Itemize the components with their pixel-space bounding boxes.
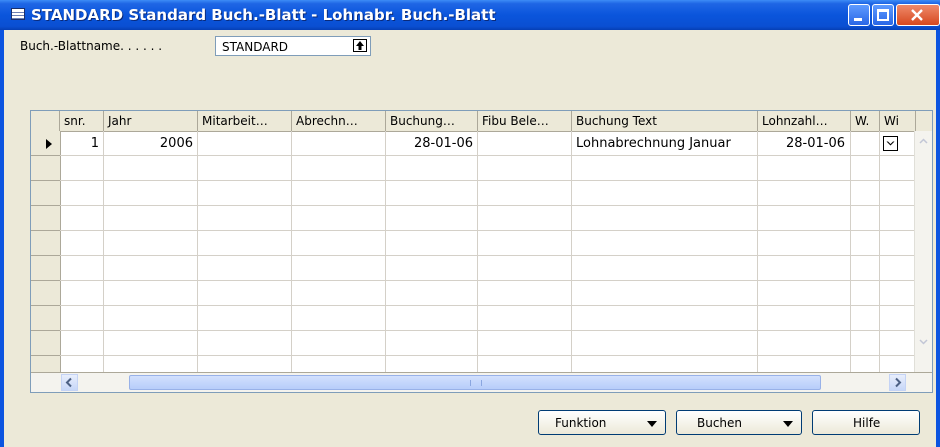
grid-line	[291, 131, 292, 374]
column-header-abrechnung[interactable]: Abrechn…	[292, 111, 386, 131]
row-selector[interactable]	[31, 181, 60, 206]
cell-snr[interactable]: 1	[61, 136, 99, 151]
cell-jahr[interactable]: 2006	[105, 136, 193, 151]
cell-lohnzahlung[interactable]: 28-01-06	[759, 136, 845, 151]
lookup-button[interactable]	[353, 39, 367, 52]
buchen-button[interactable]: Buchen	[676, 410, 802, 435]
row-selector[interactable]	[31, 156, 60, 181]
column-header-buchung-text[interactable]: Buchung Text	[572, 111, 758, 131]
row-selector[interactable]	[31, 131, 60, 156]
journal-grid-icon	[11, 8, 25, 20]
header-row-selector-corner	[31, 111, 60, 131]
row-selector-column	[31, 131, 61, 374]
title-bar[interactable]: STANDARD Standard Buch.-Blatt - Lohnabr.…	[0, 0, 940, 30]
close-icon	[911, 9, 923, 21]
funktion-button-label: Funktion	[555, 416, 607, 430]
grid-line	[850, 131, 851, 374]
chevron-down-icon	[886, 141, 895, 146]
scroll-right-icon	[895, 377, 902, 388]
grid-line	[60, 255, 915, 256]
app-window: STANDARD Standard Buch.-Blatt - Lohnabr.…	[0, 0, 940, 447]
grid-line	[197, 131, 198, 374]
column-header-mitarbeiter[interactable]: Mitarbeit…	[198, 111, 292, 131]
hilfe-button-label: Hilfe	[853, 416, 881, 430]
grid-line	[60, 180, 915, 181]
grid-line	[477, 131, 478, 374]
grid-line	[60, 155, 915, 156]
scroll-left-icon	[65, 377, 72, 388]
grid-line	[60, 355, 915, 356]
funktion-button[interactable]: Funktion	[538, 410, 666, 435]
grid-line	[60, 330, 915, 331]
row-selector[interactable]	[31, 231, 60, 256]
journal-name-field[interactable]: STANDARD	[215, 36, 371, 56]
scroll-down-icon[interactable]	[915, 333, 932, 350]
grid-line	[879, 131, 880, 374]
journal-name-value: STANDARD	[222, 40, 289, 54]
buchen-button-label: Buchen	[697, 416, 743, 430]
column-header-snr[interactable]: snr.	[60, 111, 104, 131]
scroll-grip-icon	[470, 380, 482, 386]
chevron-down-icon	[783, 421, 793, 427]
column-header-w[interactable]: W.	[851, 111, 880, 131]
journal-name-label: Buch.-Blattname. . . . . .	[20, 39, 163, 53]
column-header-fibu-beleg[interactable]: Fibu Bele…	[478, 111, 572, 131]
scroll-thumb[interactable]	[129, 375, 821, 390]
cell-buchung-datum[interactable]: 28-01-06	[387, 136, 473, 151]
row-selector[interactable]	[31, 331, 60, 356]
maximize-icon	[877, 9, 889, 21]
chevron-down-icon	[647, 421, 657, 427]
lookup-arrow-icon	[356, 41, 364, 50]
column-header-buchung[interactable]: Buchung…	[386, 111, 478, 131]
grid-line	[60, 230, 915, 231]
grid-header: snr. Jahr Mitarbeit… Abrechn… Buchung… F…	[31, 111, 932, 132]
cell-buchung-text[interactable]: Lohnabrechnung Januar	[576, 136, 756, 151]
minimize-button[interactable]	[848, 4, 870, 26]
grid-line	[103, 131, 104, 374]
grid-line	[60, 305, 915, 306]
current-row-arrow-icon	[46, 139, 52, 149]
grid-line	[571, 131, 572, 374]
column-header-lohnzahlung[interactable]: Lohnzahl…	[758, 111, 851, 131]
row-selector[interactable]	[31, 256, 60, 281]
wi-dropdown-button[interactable]	[883, 136, 898, 151]
grid-line	[757, 131, 758, 374]
column-header-wi[interactable]: Wi	[880, 111, 916, 131]
journal-lines-grid[interactable]: snr. Jahr Mitarbeit… Abrechn… Buchung… F…	[30, 110, 933, 393]
scroll-left-button[interactable]	[61, 374, 78, 391]
vertical-scrollbar[interactable]	[914, 131, 932, 374]
grid-line	[385, 131, 386, 374]
close-button[interactable]	[896, 4, 940, 26]
grid-line	[60, 280, 915, 281]
grid-line	[60, 205, 915, 206]
window-title: STANDARD Standard Buch.-Blatt - Lohnabr.…	[31, 6, 496, 24]
maximize-button[interactable]	[872, 4, 894, 26]
horizontal-scrollbar[interactable]	[31, 372, 932, 392]
hilfe-button[interactable]: Hilfe	[812, 410, 920, 435]
row-selector[interactable]	[31, 306, 60, 331]
scroll-up-icon[interactable]	[915, 133, 932, 150]
scroll-right-button[interactable]	[889, 374, 906, 391]
row-selector[interactable]	[31, 281, 60, 306]
row-selector[interactable]	[31, 206, 60, 231]
minimize-icon	[854, 18, 862, 21]
column-header-jahr[interactable]: Jahr	[104, 111, 198, 131]
